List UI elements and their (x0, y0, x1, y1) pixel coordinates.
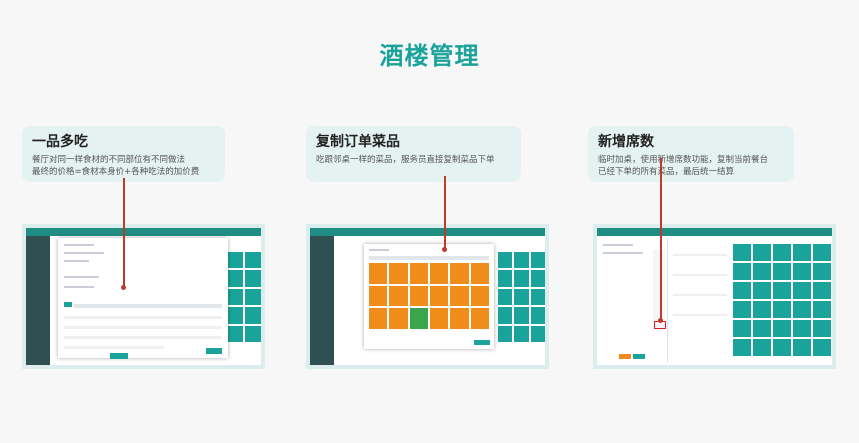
list-row (673, 294, 727, 296)
confirm-button[interactable] (474, 340, 490, 345)
app-sidebar (310, 236, 334, 365)
callout-line (123, 178, 125, 288)
page-title: 酒楼管理 (379, 42, 480, 70)
callout-dot (120, 285, 126, 290)
dish-option-dialog[interactable] (58, 238, 228, 358)
dialog-row (64, 244, 94, 246)
category-tab-row[interactable] (369, 256, 489, 260)
option-tab-bar[interactable] (64, 302, 72, 307)
dialog-row (64, 276, 99, 278)
app-screen (310, 228, 545, 365)
feature-title: 一品多吃 (32, 134, 88, 150)
table-grid (498, 252, 545, 342)
confirm-button[interactable] (206, 348, 222, 354)
list-row (673, 274, 727, 276)
feature-title: 新增席数 (598, 134, 654, 150)
order-button[interactable] (633, 354, 645, 359)
checkout-button[interactable] (619, 354, 631, 359)
screenshot-multi-dish (22, 224, 265, 369)
bottom-action-button[interactable] (110, 353, 128, 359)
app-topbar (310, 228, 545, 236)
dialog-row (64, 260, 89, 262)
order-row (603, 252, 643, 254)
feature-desc-line: 餐厅对同一样食材的不同部位有不同做法 (32, 155, 186, 165)
option-row[interactable] (64, 316, 222, 319)
app-screen (26, 228, 261, 365)
feature-desc-line: 临时加桌，使用新增席数功能，复制当前餐台 (598, 155, 769, 165)
dish-tile-grid[interactable] (369, 263, 489, 329)
app-screen (597, 228, 832, 365)
option-tab-row[interactable] (74, 304, 222, 308)
callout-dot (441, 247, 447, 252)
feature-title: 复制订单菜品 (316, 134, 400, 150)
option-row[interactable] (64, 336, 222, 339)
callout-line (444, 176, 446, 250)
list-row (673, 314, 727, 316)
feature-card-copy-order: 复制订单菜品 吃跟邻桌一样的菜品，服务员直接复制菜品下单 (306, 126, 521, 182)
table-grid[interactable] (733, 244, 831, 356)
app-topbar (597, 228, 832, 236)
screenshot-add-tables (593, 224, 836, 369)
order-row (603, 244, 633, 246)
feature-card-add-tables: 新增席数 临时加桌，使用新增席数功能，复制当前餐台 已经下单的所有菜品，最后统一… (588, 126, 794, 182)
feature-desc-line: 最终的价格=食材本身价+各种吃法的加价费 (32, 167, 200, 177)
option-row[interactable] (64, 346, 164, 349)
app-topbar (26, 228, 261, 236)
table-list-panel (669, 238, 731, 362)
option-row[interactable] (64, 326, 222, 329)
app-sidebar (26, 236, 50, 365)
dialog-row (64, 252, 104, 254)
screenshot-copy-order (306, 224, 549, 369)
feature-card-multi-dish: 一品多吃 餐厅对同一样食材的不同部位有不同做法 最终的价格=食材本身价+各种吃法… (22, 126, 225, 182)
dialog-header (369, 249, 389, 251)
feature-desc-line: 吃跟邻桌一样的菜品，服务员直接复制菜品下单 (316, 155, 495, 165)
list-row (673, 254, 727, 256)
dialog-row (64, 286, 94, 288)
table-grid (226, 252, 261, 342)
copy-dish-dialog[interactable] (364, 244, 494, 349)
callout-dot (657, 318, 663, 323)
callout-line (660, 158, 662, 321)
feature-desc-line: 已经下单的所有菜品，最后统一结算 (598, 167, 735, 177)
